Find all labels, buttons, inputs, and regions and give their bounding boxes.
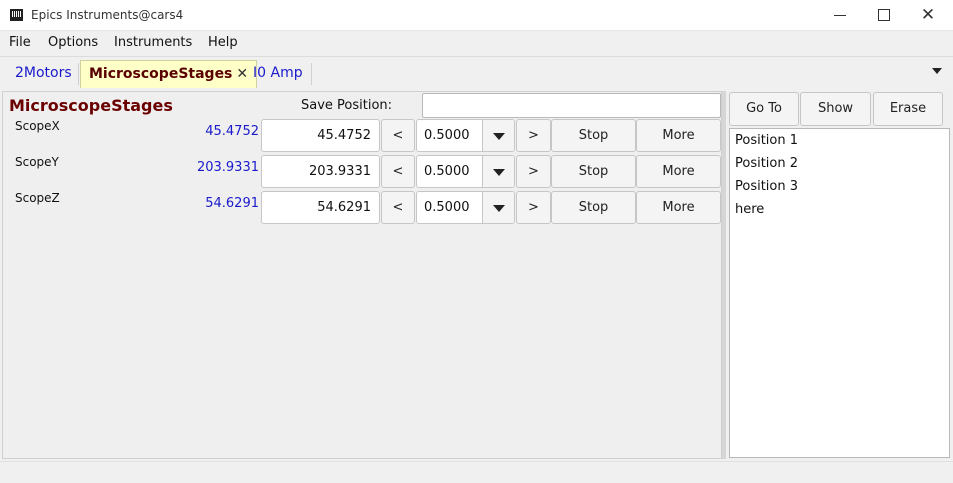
tab-label: 2Motors	[15, 65, 72, 81]
more-button[interactable]: More	[636, 191, 721, 224]
menu-options[interactable]: Options	[48, 35, 98, 50]
motor-name: ScopeZ	[15, 191, 60, 205]
tweak-step-value: 0.5000	[424, 200, 470, 215]
more-button[interactable]: More	[636, 119, 721, 152]
panel-title: MicroscopeStages	[9, 96, 173, 115]
window-title: Epics Instruments@cars4	[31, 8, 184, 22]
menu-bar: File Options Instruments Help	[0, 31, 953, 56]
stop-button[interactable]: Stop	[551, 191, 636, 224]
menu-file[interactable]: File	[9, 35, 31, 50]
motor-readback: 45.4752	[205, 124, 259, 139]
positions-panel: Go To Show Erase Position 1 Position 2 P…	[727, 91, 951, 459]
tweak-step-value: 0.5000	[424, 128, 470, 143]
tab-2motors[interactable]: 2Motors	[7, 60, 80, 88]
tab-list-chevron-down-icon[interactable]	[932, 68, 942, 74]
save-position-label: Save Position:	[301, 98, 393, 113]
positions-list[interactable]: Position 1 Position 2 Position 3 here	[729, 128, 950, 458]
tweak-forward-button[interactable]: >	[516, 119, 551, 152]
chevron-down-icon[interactable]	[482, 192, 514, 223]
motor-readback: 203.9331	[196, 160, 259, 175]
title-bar: Epics Instruments@cars4 ✕	[0, 0, 953, 31]
stop-button[interactable]: Stop	[551, 155, 636, 188]
tab-microscopestages[interactable]: MicroscopeStages ✕	[80, 60, 258, 88]
motor-position-input[interactable]: 203.9331	[261, 155, 380, 188]
tweak-reverse-button[interactable]: <	[381, 155, 415, 188]
save-position-input[interactable]	[422, 93, 721, 118]
stop-button[interactable]: Stop	[551, 119, 636, 152]
app-icon	[10, 9, 23, 21]
menu-help[interactable]: Help	[208, 35, 238, 50]
chevron-down-icon[interactable]	[482, 120, 514, 151]
status-bar	[0, 461, 953, 483]
list-item[interactable]: Position 2	[735, 156, 798, 171]
more-button[interactable]: More	[636, 155, 721, 188]
tab-i0-amp[interactable]: I0 Amp	[245, 60, 311, 88]
list-item[interactable]: Position 3	[735, 179, 798, 194]
menu-instruments[interactable]: Instruments	[114, 35, 192, 50]
tweak-reverse-button[interactable]: <	[381, 119, 415, 152]
goto-button[interactable]: Go To	[729, 92, 799, 126]
tab-bar: 2Motors MicroscopeStages ✕ I0 Amp	[0, 56, 953, 89]
tweak-step-value: 0.5000	[424, 164, 470, 179]
tab-label: MicroscopeStages	[89, 66, 233, 82]
instrument-panel: MicroscopeStages Save Position: ScopeX 4…	[2, 91, 722, 459]
motor-position-input[interactable]: 54.6291	[261, 191, 380, 224]
minimize-button[interactable]	[820, 3, 860, 27]
close-button[interactable]: ✕	[908, 3, 948, 27]
tweak-step-select[interactable]: 0.5000	[416, 119, 515, 152]
list-item[interactable]: Position 1	[735, 133, 798, 148]
motor-name: ScopeY	[15, 155, 59, 169]
show-button[interactable]: Show	[800, 92, 871, 126]
close-icon: ✕	[920, 5, 936, 25]
tweak-reverse-button[interactable]: <	[381, 191, 415, 224]
tweak-step-select[interactable]: 0.5000	[416, 155, 515, 188]
tab-label: I0 Amp	[253, 65, 303, 81]
tweak-step-select[interactable]: 0.5000	[416, 191, 515, 224]
motor-readback: 54.6291	[205, 196, 259, 211]
tab-separator	[78, 63, 79, 85]
motor-position-input[interactable]: 45.4752	[261, 119, 380, 152]
tweak-forward-button[interactable]: >	[516, 191, 551, 224]
tab-separator	[311, 63, 312, 85]
tweak-forward-button[interactable]: >	[516, 155, 551, 188]
panel-splitter[interactable]	[722, 91, 726, 459]
maximize-button[interactable]	[863, 3, 903, 27]
motor-name: ScopeX	[15, 119, 60, 133]
erase-button[interactable]: Erase	[873, 92, 943, 126]
list-item[interactable]: here	[735, 202, 764, 217]
chevron-down-icon[interactable]	[482, 156, 514, 187]
